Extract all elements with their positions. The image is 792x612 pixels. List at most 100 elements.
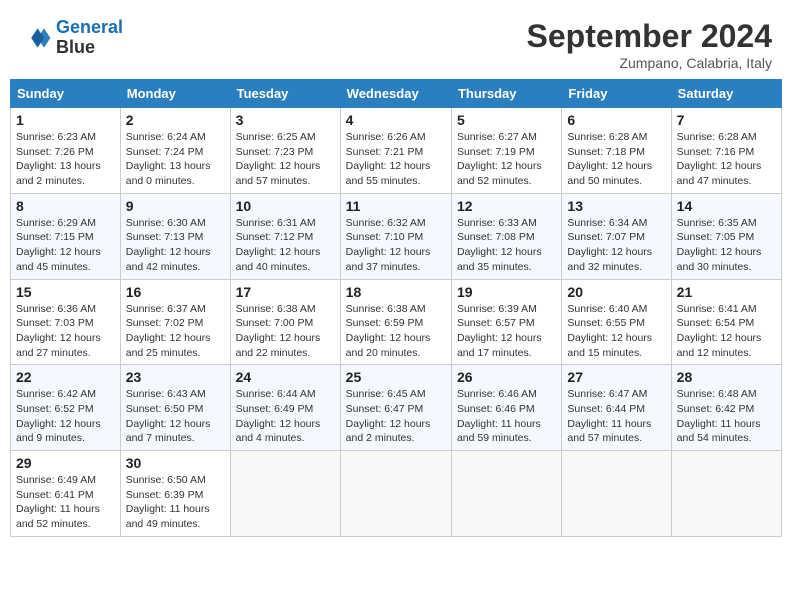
day-info: Sunrise: 6:44 AM Sunset: 6:49 PM Dayligh… xyxy=(236,387,335,446)
day-number: 28 xyxy=(677,369,776,385)
weekday-header: Sunday xyxy=(11,80,121,108)
day-number: 18 xyxy=(346,284,446,300)
day-number: 23 xyxy=(126,369,225,385)
day-number: 22 xyxy=(16,369,115,385)
day-info: Sunrise: 6:26 AM Sunset: 7:21 PM Dayligh… xyxy=(346,130,446,189)
calendar-header-row: SundayMondayTuesdayWednesdayThursdayFrid… xyxy=(11,80,782,108)
logo: GeneralBlue xyxy=(20,18,123,58)
day-info: Sunrise: 6:29 AM Sunset: 7:15 PM Dayligh… xyxy=(16,216,115,275)
day-info: Sunrise: 6:32 AM Sunset: 7:10 PM Dayligh… xyxy=(346,216,446,275)
calendar-cell: 2 Sunrise: 6:24 AM Sunset: 7:24 PM Daylig… xyxy=(120,108,230,194)
day-info: Sunrise: 6:33 AM Sunset: 7:08 PM Dayligh… xyxy=(457,216,556,275)
calendar-cell: 6 Sunrise: 6:28 AM Sunset: 7:18 PM Daylig… xyxy=(562,108,671,194)
calendar-cell xyxy=(671,451,781,537)
day-number: 7 xyxy=(677,112,776,128)
calendar-cell: 5 Sunrise: 6:27 AM Sunset: 7:19 PM Daylig… xyxy=(451,108,561,194)
weekday-header: Wednesday xyxy=(340,80,451,108)
day-number: 21 xyxy=(677,284,776,300)
day-number: 13 xyxy=(567,198,665,214)
day-number: 30 xyxy=(126,455,225,471)
day-info: Sunrise: 6:28 AM Sunset: 7:18 PM Dayligh… xyxy=(567,130,665,189)
calendar-cell: 14Sunrise: 6:35 AM Sunset: 7:05 PM Dayli… xyxy=(671,193,781,279)
day-number: 27 xyxy=(567,369,665,385)
calendar-cell: 7 Sunrise: 6:28 AM Sunset: 7:16 PM Daylig… xyxy=(671,108,781,194)
location: Zumpano, Calabria, Italy xyxy=(527,55,772,71)
day-number: 26 xyxy=(457,369,556,385)
day-info: Sunrise: 6:37 AM Sunset: 7:02 PM Dayligh… xyxy=(126,302,225,361)
day-number: 12 xyxy=(457,198,556,214)
calendar-cell: 18 Sunrise: 6:38 AM Sunset: 6:59 PM Dayli… xyxy=(340,279,451,365)
day-info: Sunrise: 6:25 AM Sunset: 7:23 PM Dayligh… xyxy=(236,130,335,189)
day-info: Sunrise: 6:38 AM Sunset: 7:00 PM Dayligh… xyxy=(236,302,335,361)
calendar-cell xyxy=(230,451,340,537)
day-info: Sunrise: 6:47 AM Sunset: 6:44 PM Dayligh… xyxy=(567,387,665,446)
day-number: 17 xyxy=(236,284,335,300)
day-info: Sunrise: 6:28 AM Sunset: 7:16 PM Dayligh… xyxy=(677,130,776,189)
day-info: Sunrise: 6:30 AM Sunset: 7:13 PM Dayligh… xyxy=(126,216,225,275)
calendar-cell: 21Sunrise: 6:41 AM Sunset: 6:54 PM Dayli… xyxy=(671,279,781,365)
calendar-cell: 28 Sunrise: 6:48 AM Sunset: 6:42 PM Dayli… xyxy=(671,365,781,451)
day-number: 1 xyxy=(16,112,115,128)
calendar-cell: 23 Sunrise: 6:43 AM Sunset: 6:50 PM Dayli… xyxy=(120,365,230,451)
calendar-week-row: 29Sunrise: 6:49 AM Sunset: 6:41 PM Dayli… xyxy=(11,451,782,537)
day-number: 3 xyxy=(236,112,335,128)
logo-text: GeneralBlue xyxy=(56,18,123,58)
day-info: Sunrise: 6:48 AM Sunset: 6:42 PM Dayligh… xyxy=(677,387,776,446)
calendar-cell: 27 Sunrise: 6:47 AM Sunset: 6:44 PM Dayli… xyxy=(562,365,671,451)
weekday-header: Friday xyxy=(562,80,671,108)
calendar-cell xyxy=(340,451,451,537)
calendar-cell: 1 Sunrise: 6:23 AM Sunset: 7:26 PM Daylig… xyxy=(11,108,121,194)
calendar-week-row: 8 Sunrise: 6:29 AM Sunset: 7:15 PM Daylig… xyxy=(11,193,782,279)
calendar-cell xyxy=(451,451,561,537)
day-number: 4 xyxy=(346,112,446,128)
day-info: Sunrise: 6:39 AM Sunset: 6:57 PM Dayligh… xyxy=(457,302,556,361)
day-info: Sunrise: 6:27 AM Sunset: 7:19 PM Dayligh… xyxy=(457,130,556,189)
day-number: 15 xyxy=(16,284,115,300)
weekday-header: Saturday xyxy=(671,80,781,108)
day-number: 2 xyxy=(126,112,225,128)
day-info: Sunrise: 6:45 AM Sunset: 6:47 PM Dayligh… xyxy=(346,387,446,446)
day-info: Sunrise: 6:42 AM Sunset: 6:52 PM Dayligh… xyxy=(16,387,115,446)
day-info: Sunrise: 6:43 AM Sunset: 6:50 PM Dayligh… xyxy=(126,387,225,446)
day-number: 6 xyxy=(567,112,665,128)
month-title: September 2024 xyxy=(527,18,772,55)
calendar-cell: 25 Sunrise: 6:45 AM Sunset: 6:47 PM Dayli… xyxy=(340,365,451,451)
calendar-cell: 20 Sunrise: 6:40 AM Sunset: 6:55 PM Dayli… xyxy=(562,279,671,365)
day-info: Sunrise: 6:34 AM Sunset: 7:07 PM Dayligh… xyxy=(567,216,665,275)
day-number: 5 xyxy=(457,112,556,128)
day-number: 11 xyxy=(346,198,446,214)
calendar-cell: 24Sunrise: 6:44 AM Sunset: 6:49 PM Dayli… xyxy=(230,365,340,451)
calendar-cell: 12 Sunrise: 6:33 AM Sunset: 7:08 PM Dayli… xyxy=(451,193,561,279)
day-info: Sunrise: 6:31 AM Sunset: 7:12 PM Dayligh… xyxy=(236,216,335,275)
day-info: Sunrise: 6:46 AM Sunset: 6:46 PM Dayligh… xyxy=(457,387,556,446)
day-info: Sunrise: 6:40 AM Sunset: 6:55 PM Dayligh… xyxy=(567,302,665,361)
calendar-cell: 29Sunrise: 6:49 AM Sunset: 6:41 PM Dayli… xyxy=(11,451,121,537)
weekday-header: Tuesday xyxy=(230,80,340,108)
day-number: 25 xyxy=(346,369,446,385)
calendar-cell: 8 Sunrise: 6:29 AM Sunset: 7:15 PM Daylig… xyxy=(11,193,121,279)
calendar-cell: 9 Sunrise: 6:30 AM Sunset: 7:13 PM Daylig… xyxy=(120,193,230,279)
calendar-cell: 13 Sunrise: 6:34 AM Sunset: 7:07 PM Dayli… xyxy=(562,193,671,279)
day-info: Sunrise: 6:50 AM Sunset: 6:39 PM Dayligh… xyxy=(126,473,225,532)
calendar-cell: 19 Sunrise: 6:39 AM Sunset: 6:57 PM Dayli… xyxy=(451,279,561,365)
calendar-week-row: 15Sunrise: 6:36 AM Sunset: 7:03 PM Dayli… xyxy=(11,279,782,365)
day-info: Sunrise: 6:23 AM Sunset: 7:26 PM Dayligh… xyxy=(16,130,115,189)
day-number: 14 xyxy=(677,198,776,214)
day-number: 10 xyxy=(236,198,335,214)
calendar-cell: 26 Sunrise: 6:46 AM Sunset: 6:46 PM Dayli… xyxy=(451,365,561,451)
day-number: 19 xyxy=(457,284,556,300)
day-number: 9 xyxy=(126,198,225,214)
calendar-cell: 15Sunrise: 6:36 AM Sunset: 7:03 PM Dayli… xyxy=(11,279,121,365)
day-info: Sunrise: 6:38 AM Sunset: 6:59 PM Dayligh… xyxy=(346,302,446,361)
weekday-header: Thursday xyxy=(451,80,561,108)
day-number: 8 xyxy=(16,198,115,214)
calendar-cell xyxy=(562,451,671,537)
title-block: September 2024 Zumpano, Calabria, Italy xyxy=(527,18,772,71)
calendar-cell: 10 Sunrise: 6:31 AM Sunset: 7:12 PM Dayli… xyxy=(230,193,340,279)
day-number: 16 xyxy=(126,284,225,300)
day-info: Sunrise: 6:24 AM Sunset: 7:24 PM Dayligh… xyxy=(126,130,225,189)
calendar-cell: 30 Sunrise: 6:50 AM Sunset: 6:39 PM Dayli… xyxy=(120,451,230,537)
day-number: 20 xyxy=(567,284,665,300)
page-header: GeneralBlue September 2024 Zumpano, Cala… xyxy=(10,10,782,71)
weekday-header: Monday xyxy=(120,80,230,108)
